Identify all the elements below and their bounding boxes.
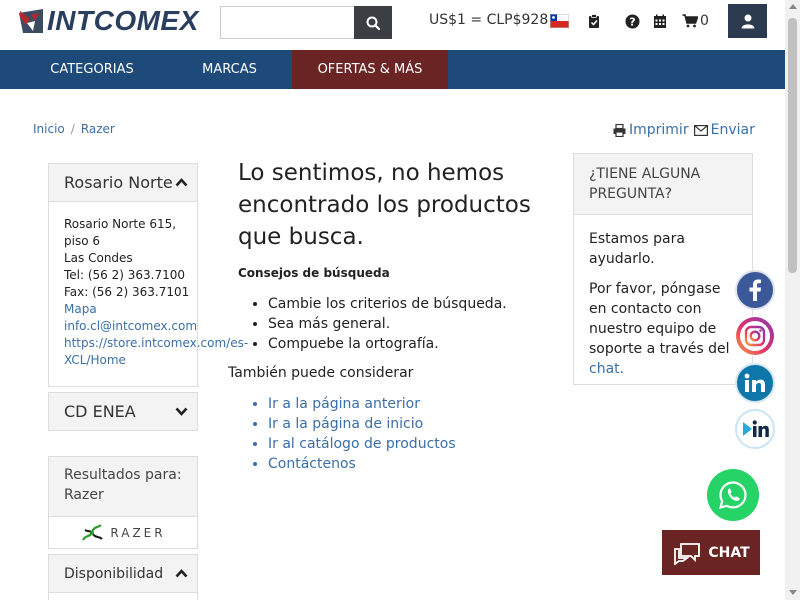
send-link[interactable]: Enviar [711, 122, 755, 138]
email-link[interactable]: info.cl@intcomex.com [64, 318, 197, 335]
cart-icon[interactable] [682, 12, 698, 30]
whatsapp-icon [718, 481, 747, 510]
cart-count[interactable]: 0 [700, 13, 709, 29]
main-nav: CATEGORIAS MARCAS OFERTAS & MÁS [0, 50, 785, 89]
brand-logo[interactable]: RAZER [49, 517, 197, 548]
link-contact[interactable]: Contáctenos [268, 454, 456, 474]
chat-icon [674, 542, 701, 565]
whatsapp-button[interactable] [707, 469, 759, 521]
help-icon[interactable]: ? [624, 12, 640, 30]
search-tip: Cambie los criterios de búsqueda. [268, 294, 507, 314]
facebook-button[interactable] [735, 270, 775, 310]
question-box-title: ¿TIENE ALGUNA PREGUNTA? [574, 154, 752, 215]
user-icon [741, 14, 754, 28]
store-url-link[interactable]: https://store.intcomex.com/es- XCL/Home [64, 335, 248, 369]
phone-line: Tel: (56 2) 363.7100 [64, 268, 186, 282]
razer-snake-icon [82, 523, 104, 541]
fax-line: Fax: (56 2) 363.7101 [64, 285, 190, 299]
linkedin-icon [744, 373, 765, 392]
intcomex-logo[interactable]: INTCOMEX [17, 5, 199, 36]
link-home-page[interactable]: Ir a la página de inicio [268, 414, 456, 434]
search-tip: Sea más general. [268, 314, 507, 334]
availability-title: Disponibilidad [64, 565, 164, 582]
search-tips-list: Cambie los criterios de búsqueda. Sea má… [268, 294, 507, 354]
chevron-up-icon [175, 569, 188, 578]
scroll-down-arrow[interactable] [789, 590, 797, 595]
branch-panel-cd-enea: CD ENEA [48, 392, 198, 431]
question-box-contact-text: Por favor, póngase en contacto con nuest… [589, 281, 730, 357]
suggestion-links: Ir a la página anterior Ir a la página d… [268, 394, 456, 474]
page-tools: Imprimir Enviar [613, 122, 755, 138]
logo-text: INTCOMEX [47, 5, 199, 36]
breadcrumb-razer[interactable]: Razer [81, 122, 115, 136]
results-header: Resultados para: Razer [49, 457, 197, 517]
branch-panel-header[interactable]: CD ENEA [49, 393, 197, 430]
brand-logo-text: RAZER [110, 525, 166, 540]
user-button[interactable] [728, 4, 767, 38]
chat-link[interactable]: chat. [589, 361, 624, 377]
address-line: Rosario Norte 615, [64, 217, 177, 231]
branch-details: Rosario Norte 615, piso 6 Las Condes Tel… [49, 202, 248, 369]
nav-categorias[interactable]: CATEGORIAS [38, 50, 146, 89]
question-box-text: Estamos para ayudarlo. [589, 231, 685, 267]
breadcrumb: Inicio / Razer [33, 122, 115, 136]
breadcrumb-separator: / [70, 122, 75, 136]
link-previous-page[interactable]: Ir a la página anterior [268, 394, 456, 414]
chat-button-label: CHAT [708, 544, 750, 561]
calendar-icon[interactable] [652, 12, 668, 30]
scroll-up-arrow[interactable] [789, 4, 797, 9]
branch-title: CD ENEA [64, 402, 136, 421]
breadcrumb-inicio[interactable]: Inicio [33, 122, 65, 136]
map-link[interactable]: Mapa [64, 301, 197, 318]
linkedin-video-icon [743, 420, 769, 437]
search-input[interactable] [221, 7, 355, 38]
search-tips-title: Consejos de búsqueda [238, 266, 390, 280]
branch-title: Rosario Norte [64, 173, 173, 192]
availability-header[interactable]: Disponibilidad [49, 555, 197, 593]
facebook-icon [749, 279, 761, 301]
svg-text:?: ? [629, 15, 635, 28]
scroll-thumb[interactable] [788, 18, 797, 273]
exchange-rate: US$1 = CLP$928 [429, 12, 549, 28]
search-icon [366, 16, 380, 30]
linkedin-button[interactable] [735, 363, 775, 403]
branch-panel-header[interactable]: Rosario Norte [49, 164, 197, 202]
store-url-line: https://store.intcomex.com/es- [64, 336, 249, 350]
logo-mark-icon [19, 9, 43, 33]
address-line: piso 6 [64, 234, 100, 248]
chat-button[interactable]: CHAT [662, 530, 760, 575]
nav-ofertas[interactable]: OFERTAS & MÁS [292, 50, 448, 89]
search-box [220, 6, 355, 39]
results-term: Razer [64, 487, 104, 503]
address-line: Las Condes [64, 251, 133, 265]
print-link[interactable]: Imprimir [629, 122, 689, 138]
chevron-down-icon [175, 407, 188, 416]
no-results-title: Lo sentimos, no hemos encontrado los pro… [238, 160, 531, 250]
search-button[interactable] [354, 6, 392, 39]
results-label: Resultados para: [64, 467, 182, 483]
chile-flag-icon[interactable] [550, 14, 569, 28]
question-box-text: Por favor, póngase en contacto con nuest… [589, 279, 737, 379]
chevron-up-icon [175, 178, 188, 187]
nav-marcas[interactable]: MARCAS [183, 50, 276, 89]
question-box-body: Estamos para ayudarlo. Por favor, póngas… [574, 215, 752, 403]
also-consider-label: También puede considerar [228, 365, 414, 381]
instagram-icon [736, 317, 774, 355]
clipboard-check-icon[interactable] [586, 12, 602, 30]
question-box: ¿TIENE ALGUNA PREGUNTA? Estamos para ayu… [573, 153, 753, 385]
search-tip: Compuebe la ortografía. [268, 334, 507, 354]
instagram-button[interactable] [735, 316, 775, 356]
link-product-catalog[interactable]: Ir al catálogo de productos [268, 434, 456, 454]
linkedin-video-button[interactable] [735, 409, 775, 449]
results-panel: Resultados para: Razer RAZER [48, 456, 198, 549]
availability-panel: Disponibilidad [48, 554, 198, 600]
branch-panel-rosario-norte: Rosario Norte Rosario Norte 615, piso 6 … [48, 163, 248, 387]
envelope-icon[interactable] [693, 124, 708, 136]
store-url-line: XCL/Home [64, 353, 126, 367]
header: INTCOMEX US$1 = CLP$928 ? 0 [0, 0, 785, 50]
print-icon[interactable] [613, 123, 626, 137]
